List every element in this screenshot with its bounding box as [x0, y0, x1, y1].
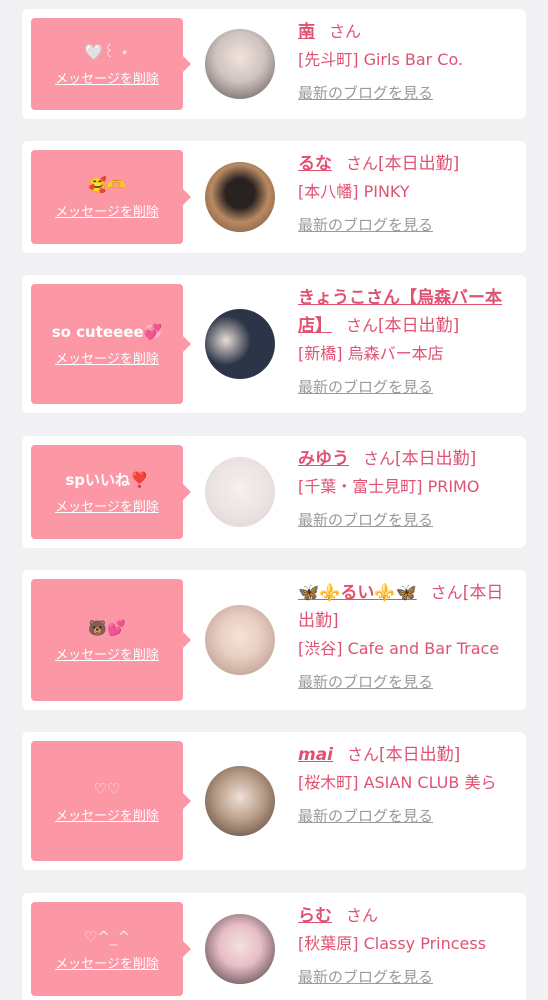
message-card: 🥰🫶 メッセージを削除 るな さん[本日出勤] [本八幡] PINKY 最新のブロ… — [22, 141, 526, 253]
message-text: so cuteeee💞 — [51, 322, 163, 341]
name-line: るな さん[本日出勤] — [298, 150, 516, 178]
avatar[interactable] — [205, 309, 275, 379]
cast-info: 南さん [先斗町] Girls Bar Co. 最新のブログを見る — [298, 18, 516, 104]
message-card: ♡♡ メッセージを削除 mai さん[本日出勤] [桜木町] ASIAN CLUB… — [22, 732, 526, 870]
cast-info: mai さん[本日出勤] [桜木町] ASIAN CLUB 美ら 最新のブログを見… — [298, 741, 516, 827]
message-bubble: spいいね❣️ メッセージを削除 — [31, 445, 191, 539]
work-status: [本日出勤] — [378, 316, 460, 336]
message-text: 🥰🫶 — [88, 175, 126, 194]
message-card: spいいね❣️ メッセージを削除 みゆう さん[本日出勤] [千葉・富士見町] P… — [22, 436, 526, 548]
message-text: ♡^_^ — [83, 927, 131, 946]
message-text: ♡♡ — [93, 779, 121, 798]
message-bubble: 🥰🫶 メッセージを削除 — [31, 150, 191, 244]
message-card: 🤍꒰ ⋆ メッセージを削除 南さん [先斗町] Girls Bar Co. 最新… — [22, 9, 526, 119]
shop-label: [千葉・富士見町] PRIMO — [298, 477, 480, 496]
honorific: さん — [329, 22, 362, 41]
shop-label: [本八幡] PINKY — [298, 182, 410, 201]
shop-label: [渋谷] Cafe and Bar Trace — [298, 639, 500, 658]
shop-label: [桜木町] ASIAN CLUB 美ら — [298, 773, 497, 792]
delete-message-link[interactable]: メッセージを削除 — [55, 805, 159, 824]
message-card: 🐻💕 メッセージを削除 🦋⚜️るい⚜️🦋 さん[本日出勤] [渋谷] Cafe a… — [22, 570, 526, 710]
latest-blog-link[interactable]: 最新のブログを見る — [298, 966, 516, 988]
cast-name-link[interactable]: るな — [298, 154, 332, 174]
cast-info: きょうこさん【烏森バー本店】 さん[本日出勤] [新橋] 烏森バー本店 最新のブロ… — [298, 284, 516, 398]
delete-message-link[interactable]: メッセージを削除 — [55, 348, 159, 367]
delete-message-link[interactable]: メッセージを削除 — [55, 644, 159, 663]
work-status: [本日出勤] — [395, 449, 477, 469]
honorific: さん — [363, 449, 396, 468]
delete-message-link[interactable]: メッセージを削除 — [55, 201, 159, 220]
honorific: さん — [347, 745, 380, 764]
message-bubble: ♡♡ メッセージを削除 — [31, 741, 191, 861]
cast-info: らむ さん [秋葉原] Classy Princess 最新のブログを見る — [298, 902, 516, 988]
name-line: みゆう さん[本日出勤] — [298, 445, 516, 473]
message-card: so cuteeee💞 メッセージを削除 きょうこさん【烏森バー本店】 さん[本日… — [22, 275, 526, 413]
avatar[interactable] — [205, 605, 275, 675]
cast-name-link[interactable]: 南 — [298, 22, 315, 42]
delete-message-link[interactable]: メッセージを削除 — [55, 953, 159, 972]
message-bubble: 🤍꒰ ⋆ メッセージを削除 — [31, 18, 191, 110]
shop-label: [先斗町] Girls Bar Co. — [298, 50, 464, 69]
name-line: 南さん — [298, 18, 516, 46]
cast-name-link[interactable]: らむ — [298, 906, 332, 926]
latest-blog-link[interactable]: 最新のブログを見る — [298, 671, 516, 693]
shop-label: [新橋] 烏森バー本店 — [298, 344, 444, 363]
cast-name-link[interactable]: 🦋⚜️るい⚜️🦋 — [298, 583, 417, 603]
message-text: 🤍꒰ ⋆ — [84, 42, 130, 61]
name-line: らむ さん — [298, 902, 516, 930]
name-line: 🦋⚜️るい⚜️🦋 さん[本日出勤] — [298, 579, 516, 635]
cast-info: 🦋⚜️るい⚜️🦋 さん[本日出勤] [渋谷] Cafe and Bar Trace… — [298, 579, 516, 693]
message-text: 🐻💕 — [88, 618, 126, 637]
avatar[interactable] — [205, 914, 275, 984]
delete-message-link[interactable]: メッセージを削除 — [55, 496, 159, 515]
latest-blog-link[interactable]: 最新のブログを見る — [298, 82, 516, 104]
latest-blog-link[interactable]: 最新のブログを見る — [298, 376, 516, 398]
avatar[interactable] — [205, 162, 275, 232]
name-line: きょうこさん【烏森バー本店】 さん[本日出勤] — [298, 284, 516, 340]
honorific: さん — [346, 316, 379, 335]
delete-message-link[interactable]: メッセージを削除 — [55, 68, 159, 87]
message-card: ♡^_^ メッセージを削除 らむ さん [秋葉原] Classy Princess… — [22, 893, 526, 1000]
work-status: [本日出勤] — [379, 745, 461, 765]
honorific: さん — [346, 906, 379, 925]
honorific: さん — [430, 583, 463, 602]
message-bubble: so cuteeee💞 メッセージを削除 — [31, 284, 191, 404]
message-bubble: 🐻💕 メッセージを削除 — [31, 579, 191, 701]
avatar[interactable] — [205, 457, 275, 527]
latest-blog-link[interactable]: 最新のブログを見る — [298, 509, 516, 531]
avatar[interactable] — [205, 29, 275, 99]
shop-label: [秋葉原] Classy Princess — [298, 934, 487, 953]
honorific: さん — [346, 154, 379, 173]
cast-info: るな さん[本日出勤] [本八幡] PINKY 最新のブログを見る — [298, 150, 516, 236]
latest-blog-link[interactable]: 最新のブログを見る — [298, 805, 516, 827]
latest-blog-link[interactable]: 最新のブログを見る — [298, 214, 516, 236]
cast-name-link[interactable]: mai — [298, 745, 333, 765]
cast-info: みゆう さん[本日出勤] [千葉・富士見町] PRIMO 最新のブログを見る — [298, 445, 516, 531]
cast-name-link[interactable]: みゆう — [298, 449, 349, 469]
work-status: [本日出勤] — [378, 154, 460, 174]
avatar[interactable] — [205, 766, 275, 836]
message-text: spいいね❣️ — [65, 470, 149, 489]
message-bubble: ♡^_^ メッセージを削除 — [31, 902, 191, 996]
name-line: mai さん[本日出勤] — [298, 741, 516, 769]
